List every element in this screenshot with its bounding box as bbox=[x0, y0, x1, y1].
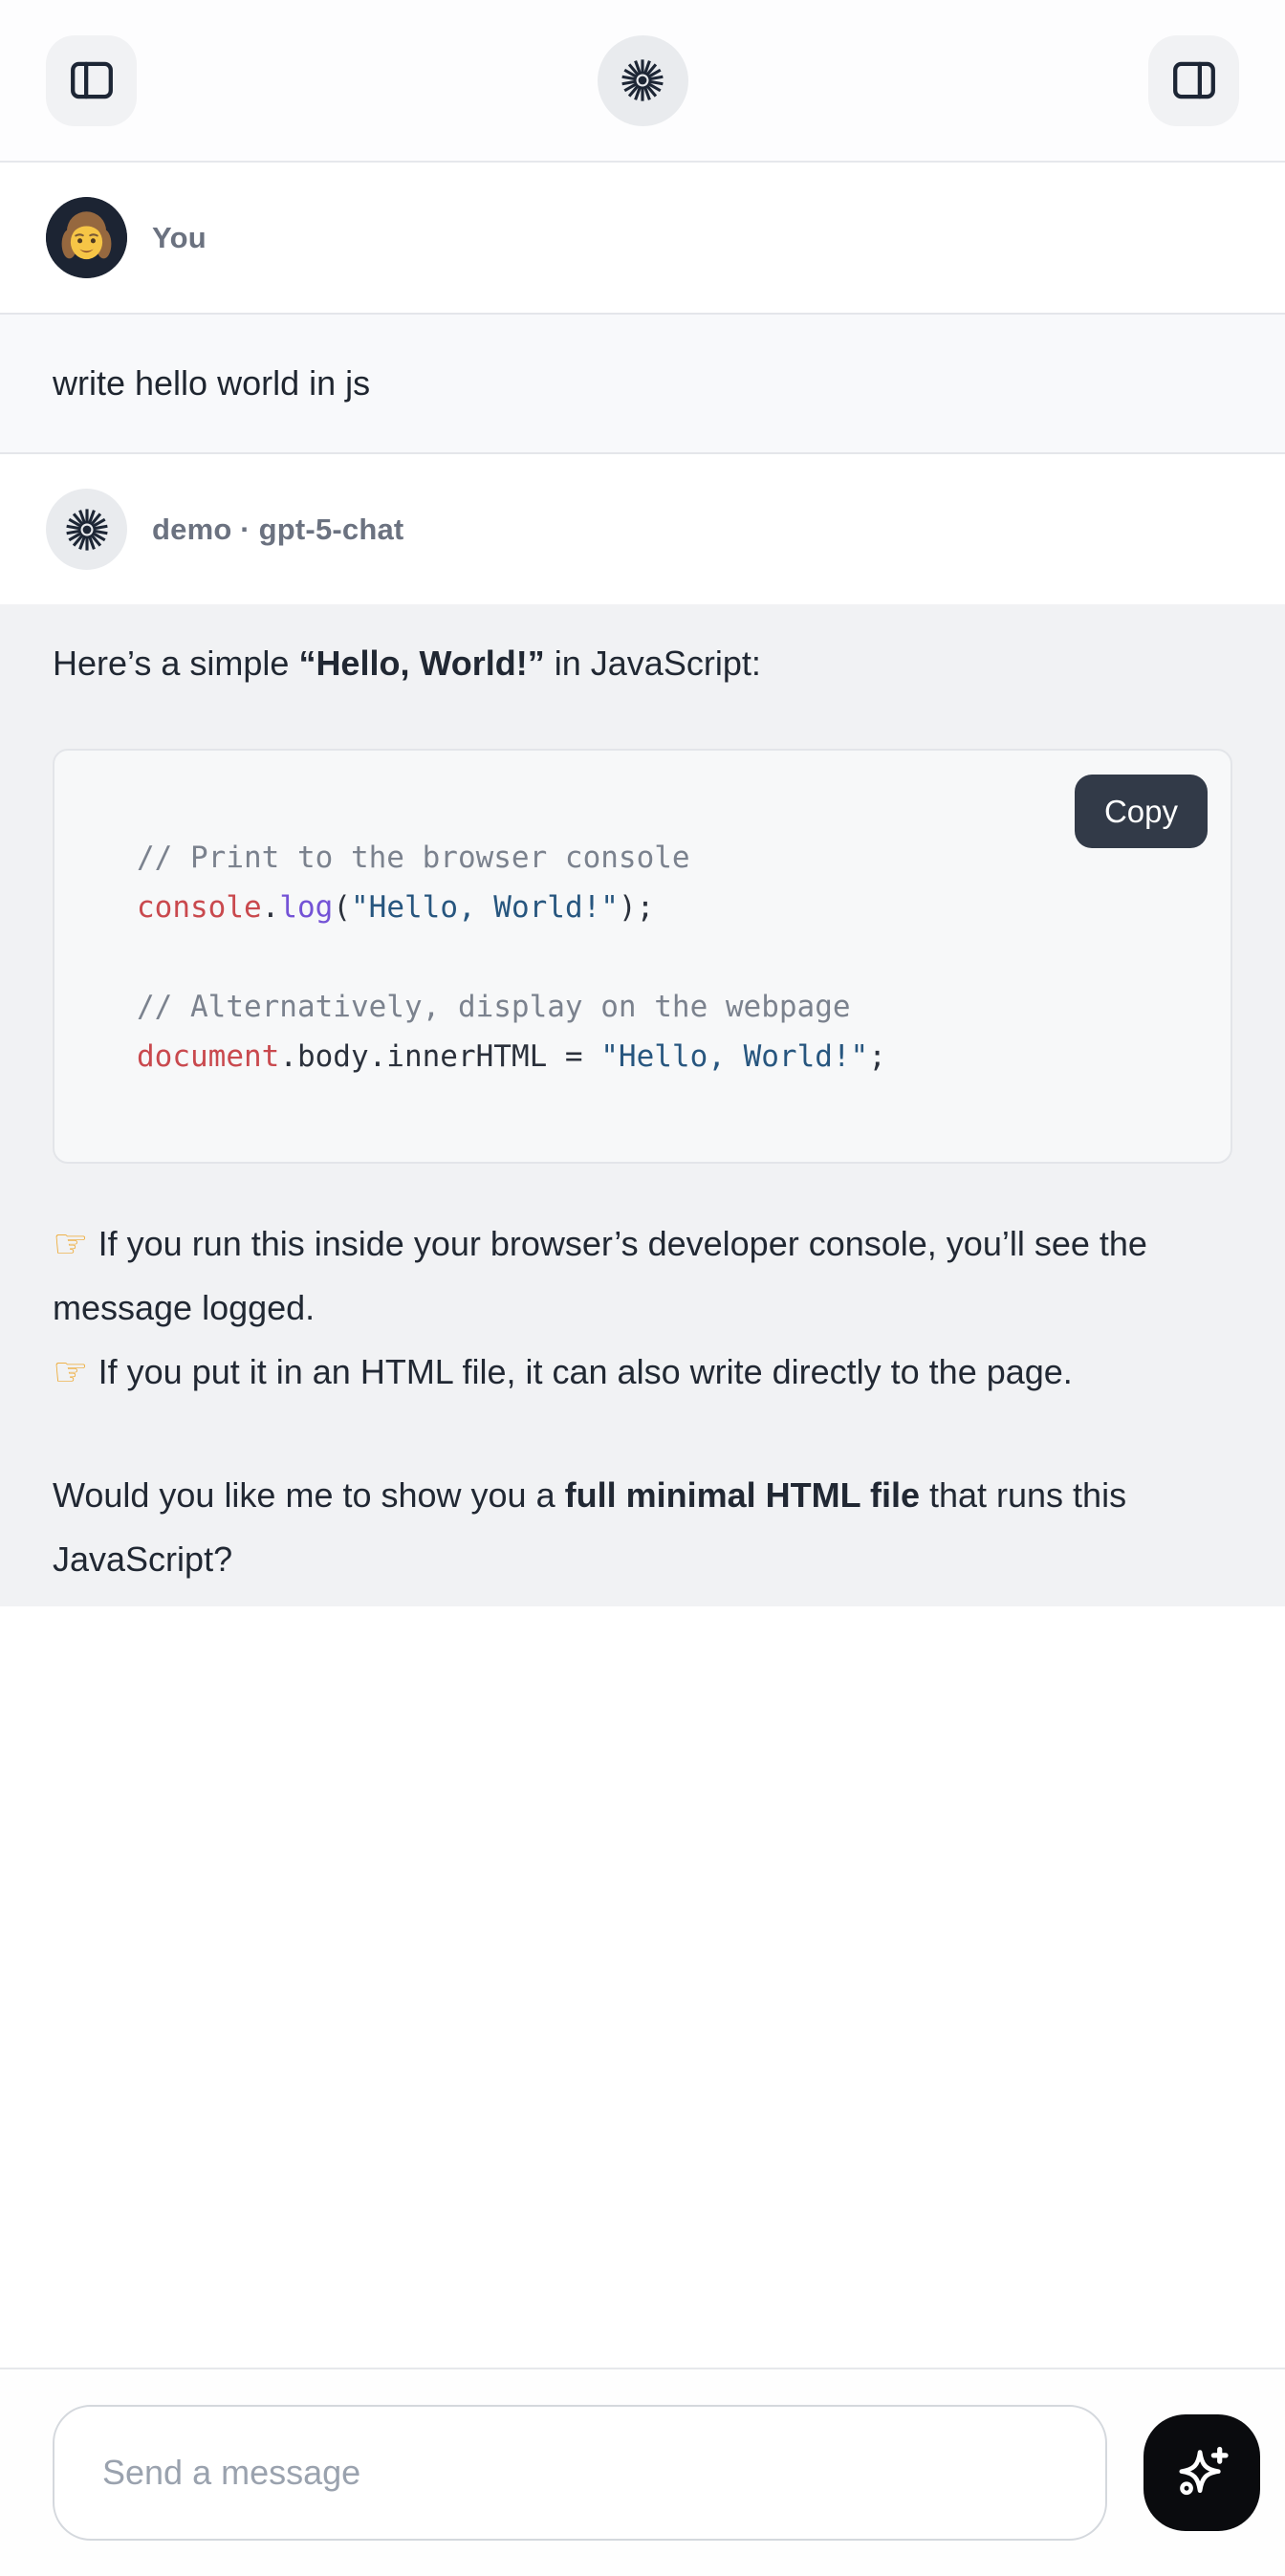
copy-code-button[interactable]: Copy bbox=[1075, 775, 1208, 848]
assistant-message-header: demo · gpt-5-chat bbox=[0, 454, 1285, 604]
assistant-avatar bbox=[46, 489, 127, 570]
assistant-sender-label: demo · gpt-5-chat bbox=[152, 513, 403, 547]
panel-left-icon bbox=[66, 55, 118, 106]
panel-right-icon bbox=[1168, 55, 1220, 106]
starburst-icon bbox=[63, 506, 111, 554]
sparkle-icon bbox=[1170, 2441, 1233, 2504]
code-content: // Print to the browser console console.… bbox=[137, 833, 1211, 1081]
top-bar bbox=[0, 0, 1285, 163]
code-block: Copy // Print to the browser console con… bbox=[53, 749, 1232, 1164]
chat-app: You write hello world in js demo · gpt-5… bbox=[0, 0, 1285, 2576]
message-input[interactable] bbox=[53, 2405, 1107, 2541]
send-button[interactable] bbox=[1143, 2414, 1260, 2531]
app-logo-button[interactable] bbox=[598, 35, 688, 126]
user-avatar bbox=[46, 197, 127, 278]
toggle-right-panel-button[interactable] bbox=[1148, 35, 1239, 126]
empty-scroll-area bbox=[0, 1606, 1285, 2368]
composer-bar bbox=[0, 2368, 1285, 2576]
pointing-right-emoji: ☞ bbox=[53, 1220, 89, 1267]
starburst-icon bbox=[619, 56, 666, 104]
person-emoji-icon bbox=[46, 197, 127, 278]
assistant-question-paragraph: Would you like me to show you a full min… bbox=[53, 1463, 1232, 1591]
user-message-header: You bbox=[0, 163, 1285, 313]
user-message-text: write hello world in js bbox=[53, 363, 370, 403]
toggle-left-sidebar-button[interactable] bbox=[46, 35, 137, 126]
assistant-intro-paragraph: Here’s a simple “Hello, World!” in JavaS… bbox=[53, 631, 1232, 695]
user-message-bubble: write hello world in js bbox=[0, 313, 1285, 454]
pointing-right-emoji: ☞ bbox=[53, 1348, 89, 1395]
assistant-message-body: Here’s a simple “Hello, World!” in JavaS… bbox=[0, 604, 1285, 1606]
assistant-notes-paragraph: ☞ If you run this inside your browser’s … bbox=[53, 1212, 1232, 1404]
user-sender-label: You bbox=[152, 221, 207, 255]
